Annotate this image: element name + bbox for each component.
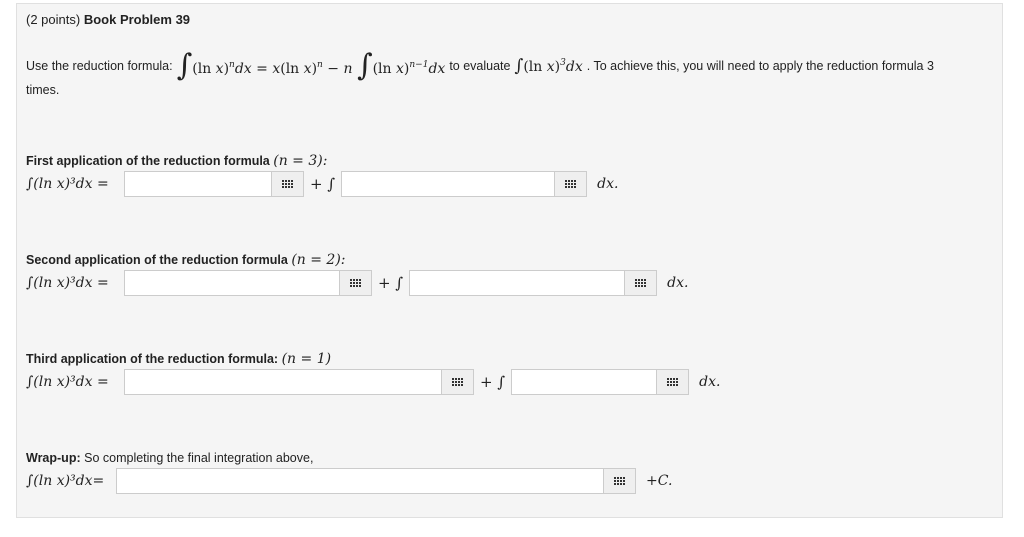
second-answer-b-input[interactable] bbox=[410, 271, 625, 295]
lhs-integral: ∫(ln x)³dx = bbox=[26, 275, 109, 291]
dx-end: dx. bbox=[597, 176, 619, 192]
grid-icon bbox=[282, 180, 293, 188]
equation-editor-button[interactable] bbox=[624, 271, 657, 295]
second-answer-a-input[interactable] bbox=[125, 271, 339, 295]
third-answer-a-group bbox=[124, 369, 474, 395]
plus-integral: + ∫ bbox=[310, 175, 336, 193]
dx-end: dx. bbox=[699, 374, 721, 390]
third-application-row: ∫(ln x)³dx = + ∫ dx. bbox=[26, 369, 720, 395]
equation-editor-button[interactable] bbox=[339, 271, 371, 295]
grid-icon bbox=[565, 180, 577, 188]
problem-header: (2 points) Book Problem 39 bbox=[26, 12, 190, 27]
dx-end: dx. bbox=[667, 275, 689, 291]
grid-icon bbox=[614, 477, 625, 485]
plus-c: +C. bbox=[646, 473, 673, 489]
equation-editor-button[interactable] bbox=[554, 172, 587, 196]
third-answer-b-group bbox=[511, 369, 690, 395]
second-answer-a-group bbox=[124, 270, 372, 296]
grid-icon bbox=[452, 378, 463, 386]
third-answer-b-input[interactable] bbox=[512, 370, 657, 394]
third-application-label: Third application of the reduction formu… bbox=[26, 351, 332, 367]
second-application-row: ∫(ln x)³dx = + ∫ dx. bbox=[26, 270, 688, 296]
second-answer-b-group bbox=[409, 270, 658, 296]
grid-icon bbox=[667, 378, 679, 386]
equation-editor-button[interactable] bbox=[271, 172, 303, 196]
wrapup-label: Wrap-up: So completing the final integra… bbox=[26, 451, 314, 465]
lhs-integral: ∫(ln x)³dx = bbox=[26, 374, 109, 390]
final-answer-input[interactable] bbox=[117, 469, 603, 493]
intro-prefix: Use the reduction formula: bbox=[26, 58, 173, 73]
first-answer-b-group bbox=[341, 171, 588, 197]
first-answer-b-input[interactable] bbox=[342, 172, 555, 196]
reduction-formula: ∫(ln x)ndx = x(ln x)n − n ∫(ln x)n−1dx bbox=[176, 48, 446, 83]
problem-panel: (2 points) Book Problem 39 Use the reduc… bbox=[16, 3, 1003, 518]
equation-editor-button[interactable] bbox=[441, 370, 473, 394]
first-answer-a-input[interactable] bbox=[125, 172, 271, 196]
points-label: (2 points) bbox=[26, 12, 81, 27]
lhs-integral: ∫(ln x)³dx = bbox=[26, 176, 109, 192]
problem-title: Book Problem 39 bbox=[83, 12, 191, 27]
grid-icon bbox=[350, 279, 361, 287]
plus-integral: + ∫ bbox=[480, 373, 506, 391]
equation-editor-button[interactable] bbox=[603, 469, 635, 493]
third-answer-a-input[interactable] bbox=[125, 370, 441, 394]
intro-line2: times. bbox=[26, 83, 60, 97]
intro-suffix: . To achieve this, you will need to appl… bbox=[586, 58, 934, 73]
plus-integral: + ∫ bbox=[378, 274, 404, 292]
target-integral: ∫(ln x)3dx bbox=[514, 55, 583, 76]
equation-editor-button[interactable] bbox=[656, 370, 689, 394]
lhs-integral: ∫(ln x)³dx= bbox=[26, 473, 105, 489]
final-answer-group bbox=[116, 468, 636, 494]
instructions-line: Use the reduction formula: ∫(ln x)ndx = … bbox=[26, 48, 934, 83]
first-application-row: ∫(ln x)³dx = + ∫ dx. bbox=[26, 171, 618, 197]
second-application-label: Second application of the reduction form… bbox=[26, 252, 346, 268]
first-answer-a-group bbox=[124, 171, 304, 197]
grid-icon bbox=[635, 279, 647, 287]
intro-mid: to evaluate bbox=[449, 58, 511, 73]
first-application-label: First application of the reduction formu… bbox=[26, 153, 328, 169]
wrapup-row: ∫(ln x)³dx= +C. bbox=[26, 468, 672, 494]
